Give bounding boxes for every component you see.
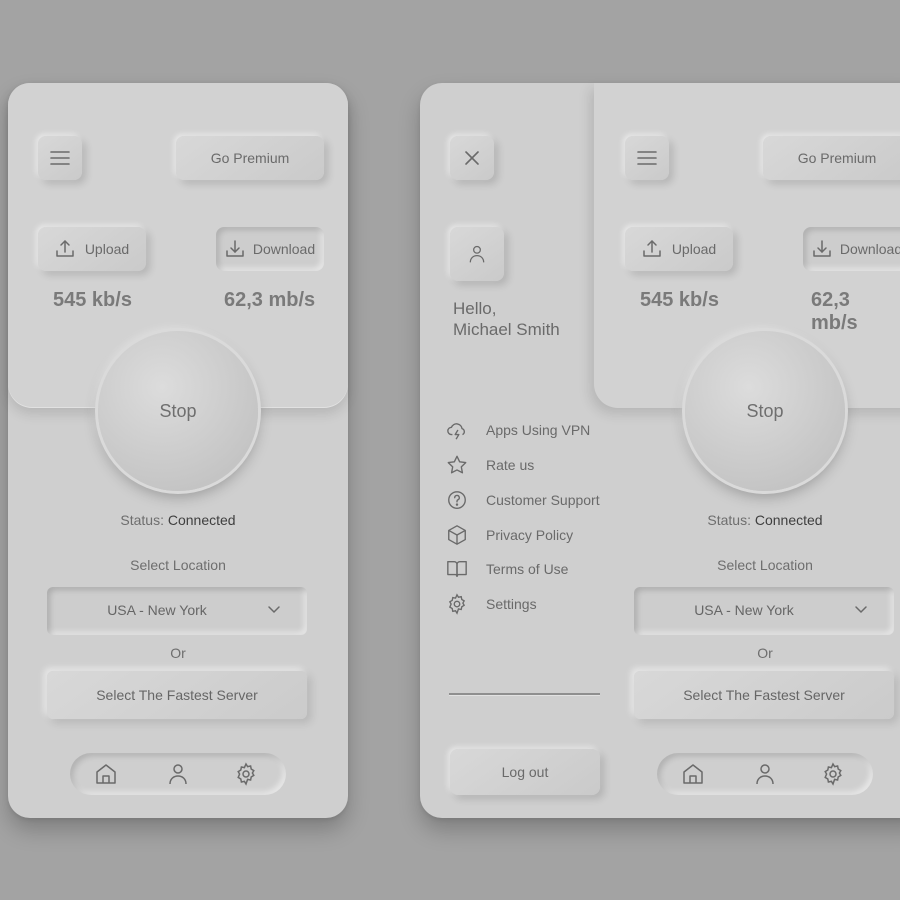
hamburger-icon bbox=[637, 151, 657, 165]
location-value: USA - New York bbox=[107, 602, 207, 618]
download-label: Download bbox=[252, 241, 316, 257]
menu-item-label: Customer Support bbox=[486, 492, 600, 508]
fastest-server-button[interactable]: Select The Fastest Server bbox=[47, 671, 307, 719]
menu-item-label: Settings bbox=[486, 596, 537, 612]
user-icon[interactable] bbox=[753, 762, 777, 786]
location-value: USA - New York bbox=[694, 602, 794, 618]
user-name: Michael Smith bbox=[453, 320, 560, 339]
menu-item-customer-support[interactable]: Customer Support bbox=[446, 489, 600, 511]
help-circle-icon bbox=[448, 491, 466, 509]
menu-item-label: Terms of Use bbox=[486, 561, 569, 577]
book-icon bbox=[447, 560, 467, 578]
download-speed: 62,3 mb/s bbox=[224, 289, 316, 311]
location-select[interactable]: USA - New York bbox=[47, 587, 307, 635]
stop-button[interactable]: Stop bbox=[98, 331, 258, 491]
stop-button[interactable]: Stop bbox=[685, 331, 845, 491]
menu-button[interactable] bbox=[625, 136, 669, 180]
bottom-nav bbox=[657, 753, 873, 795]
connection-status: Status: Connected bbox=[595, 512, 900, 528]
status-value: Connected bbox=[754, 512, 823, 528]
close-icon bbox=[465, 151, 479, 165]
menu-item-apps-using-vpn[interactable]: Apps Using VPN bbox=[446, 419, 590, 441]
upload-speed: 545 kb/s bbox=[640, 289, 719, 311]
fastest-server-button[interactable]: Select The Fastest Server bbox=[634, 671, 894, 719]
menu-item-privacy-policy[interactable]: Privacy Policy bbox=[446, 524, 573, 546]
menu-item-label: Rate us bbox=[486, 457, 535, 473]
select-location-label: Select Location bbox=[717, 557, 813, 573]
go-premium-button[interactable]: Go Premium bbox=[176, 136, 324, 180]
menu-item-label: Apps Using VPN bbox=[486, 422, 591, 438]
menu-item-terms-of-use[interactable]: Terms of Use bbox=[446, 558, 568, 580]
location-select[interactable]: USA - New York bbox=[634, 587, 894, 635]
chevron-down-icon bbox=[268, 606, 280, 614]
menu-item-rate-us[interactable]: Rate us bbox=[446, 454, 534, 476]
cloud-lightning-icon bbox=[447, 423, 465, 440]
download-label: Download bbox=[839, 241, 900, 257]
avatar[interactable] bbox=[450, 227, 504, 281]
upload-label: Upload bbox=[671, 241, 717, 257]
menu-button[interactable] bbox=[38, 136, 82, 180]
upload-speed: 545 kb/s bbox=[53, 289, 132, 311]
home-icon[interactable] bbox=[681, 762, 705, 786]
menu-item-label: Privacy Policy bbox=[486, 527, 574, 543]
status-value: Connected bbox=[167, 512, 236, 528]
hamburger-icon bbox=[50, 151, 70, 165]
download-button[interactable]: Download bbox=[803, 227, 900, 271]
gear-icon[interactable] bbox=[821, 762, 845, 786]
greeting-line-1: Hello, bbox=[453, 299, 497, 318]
star-icon bbox=[447, 455, 467, 474]
home-icon[interactable] bbox=[94, 762, 118, 786]
upload-button[interactable]: Upload bbox=[38, 227, 146, 271]
download-button[interactable]: Download bbox=[216, 227, 324, 271]
user-icon[interactable] bbox=[166, 762, 190, 786]
download-icon bbox=[813, 240, 831, 257]
gear-icon[interactable] bbox=[234, 762, 258, 786]
gear-icon bbox=[448, 593, 466, 615]
upload-icon bbox=[56, 240, 74, 257]
drawer-divider bbox=[449, 693, 600, 695]
logout-button[interactable]: Log out bbox=[450, 749, 600, 795]
box-icon bbox=[448, 525, 466, 545]
greeting: Hello, Michael Smith bbox=[453, 298, 560, 340]
upload-icon bbox=[643, 240, 661, 257]
select-location-label: Select Location bbox=[130, 557, 226, 573]
upload-label: Upload bbox=[84, 241, 130, 257]
download-icon bbox=[226, 240, 244, 257]
chevron-down-icon bbox=[855, 606, 867, 614]
connection-status: Status: Connected bbox=[8, 512, 348, 528]
download-speed: 62,3 mb/s bbox=[811, 289, 858, 334]
bottom-nav bbox=[70, 753, 286, 795]
go-premium-button[interactable]: Go Premium bbox=[763, 136, 900, 180]
upload-button[interactable]: Upload bbox=[625, 227, 733, 271]
status-label: Status: bbox=[707, 512, 751, 528]
or-label: Or bbox=[170, 645, 186, 661]
close-drawer-button[interactable] bbox=[450, 136, 494, 180]
user-icon bbox=[469, 245, 485, 263]
menu-item-settings[interactable]: Settings bbox=[446, 593, 537, 615]
or-label: Or bbox=[757, 645, 773, 661]
status-label: Status: bbox=[120, 512, 164, 528]
